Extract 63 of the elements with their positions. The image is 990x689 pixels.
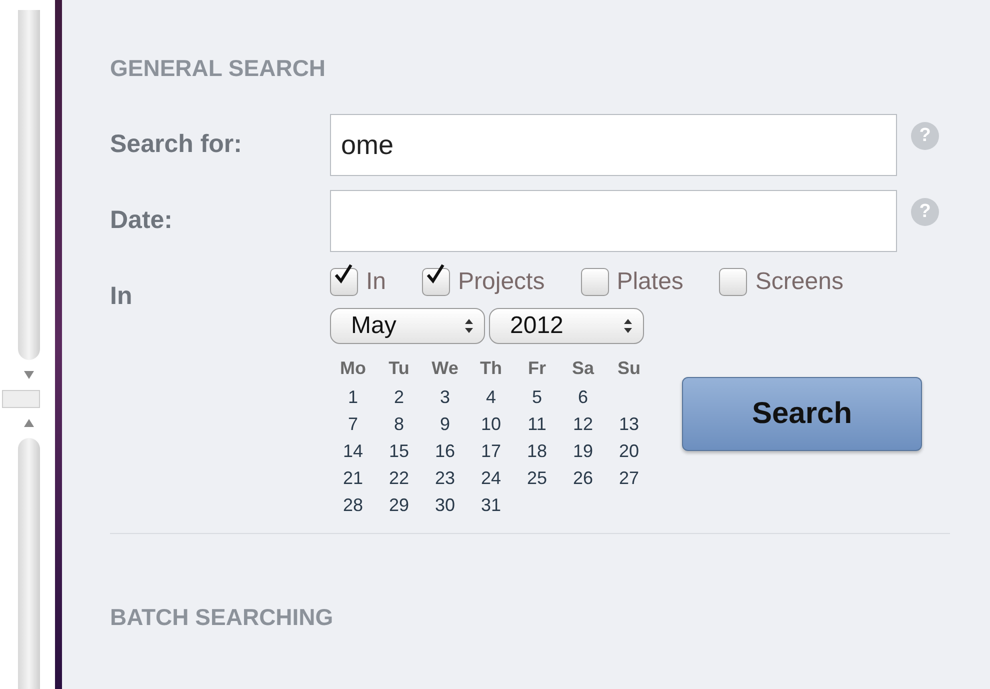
calendar-day[interactable]: 18	[514, 438, 560, 465]
checkbox-option[interactable]: Screens	[719, 268, 844, 296]
checkmark-icon	[425, 263, 446, 285]
scroll-track[interactable]	[18, 10, 40, 360]
calendar-day[interactable]: 7	[330, 411, 376, 438]
scroll-down-icon[interactable]	[23, 370, 35, 380]
checkbox[interactable]	[719, 268, 748, 296]
checkbox-option[interactable]: Plates	[580, 268, 684, 296]
weekday-label: We	[430, 357, 460, 380]
calendar-day[interactable]: 1	[330, 384, 376, 411]
calendar-day[interactable]: 27	[606, 465, 652, 492]
updown-arrows-icon	[623, 318, 633, 334]
field-label: Date:	[110, 205, 174, 236]
input-field[interactable]: ome	[330, 114, 897, 176]
calendar-day[interactable]: 15	[376, 438, 422, 465]
updown-arrows-icon	[464, 318, 474, 334]
field-label: In	[110, 281, 134, 312]
calendar-day[interactable]: 14	[330, 438, 376, 465]
calendar-day[interactable]: 13	[606, 411, 652, 438]
calendar-day[interactable]: 16	[422, 438, 468, 465]
calendar-day[interactable]: 5	[514, 384, 560, 411]
calendar-day[interactable]: 31	[468, 492, 514, 519]
calendar-day[interactable]: 30	[422, 492, 468, 519]
calendar-day[interactable]: 6	[560, 384, 606, 411]
calendar-day[interactable]: 2	[376, 384, 422, 411]
scroll-track[interactable]	[18, 438, 40, 689]
calendar-day[interactable]: 21	[330, 465, 376, 492]
calendar-day[interactable]: 3	[422, 384, 468, 411]
search-button[interactable]: Search	[682, 376, 922, 450]
calendar-day[interactable]: 26	[560, 465, 606, 492]
weekday-label: Tu	[388, 357, 410, 380]
checkbox-option[interactable]: Projects	[422, 268, 545, 296]
weekday-label: Fr	[527, 357, 547, 380]
weekday-label: Th	[479, 357, 503, 380]
calendar-day[interactable]: 17	[468, 438, 514, 465]
calendar-day[interactable]: 24	[468, 465, 514, 492]
calendar-day[interactable]: 20	[606, 438, 652, 465]
calendar-day[interactable]: 19	[560, 438, 606, 465]
checkbox-option[interactable]: In	[330, 268, 386, 296]
calendar-day[interactable]: 9	[422, 411, 468, 438]
section-heading: BATCH SEARCHING	[110, 604, 334, 631]
checkmark-icon	[333, 263, 353, 285]
calendar-day[interactable]: 22	[376, 465, 422, 492]
calendar-day[interactable]: 8	[376, 411, 422, 438]
calendar-day[interactable]: 23	[422, 465, 468, 492]
calendar-day[interactable]: 28	[330, 492, 376, 519]
calendar-day[interactable]: 12	[560, 411, 606, 438]
select-dropdown[interactable]: 2012	[489, 308, 644, 344]
calendar-day[interactable]: 4	[468, 384, 514, 411]
select-dropdown[interactable]: May	[330, 308, 485, 344]
weekday-label: Mo	[339, 357, 367, 380]
input-field[interactable]	[330, 190, 897, 252]
calendar-day[interactable]: 25	[514, 465, 560, 492]
weekday-label: Sa	[570, 357, 596, 380]
field-label: Search for:	[110, 129, 243, 160]
calendar-day[interactable]: 10	[468, 411, 514, 438]
calendar-day[interactable]: 29	[376, 492, 422, 519]
calendar-day[interactable]: 11	[514, 411, 560, 438]
scroll-up-icon[interactable]	[23, 418, 35, 428]
split-handle[interactable]	[2, 390, 40, 408]
weekday-label: Su	[616, 357, 642, 380]
section-heading: GENERAL SEARCH	[110, 55, 327, 82]
checkbox[interactable]	[580, 268, 609, 296]
